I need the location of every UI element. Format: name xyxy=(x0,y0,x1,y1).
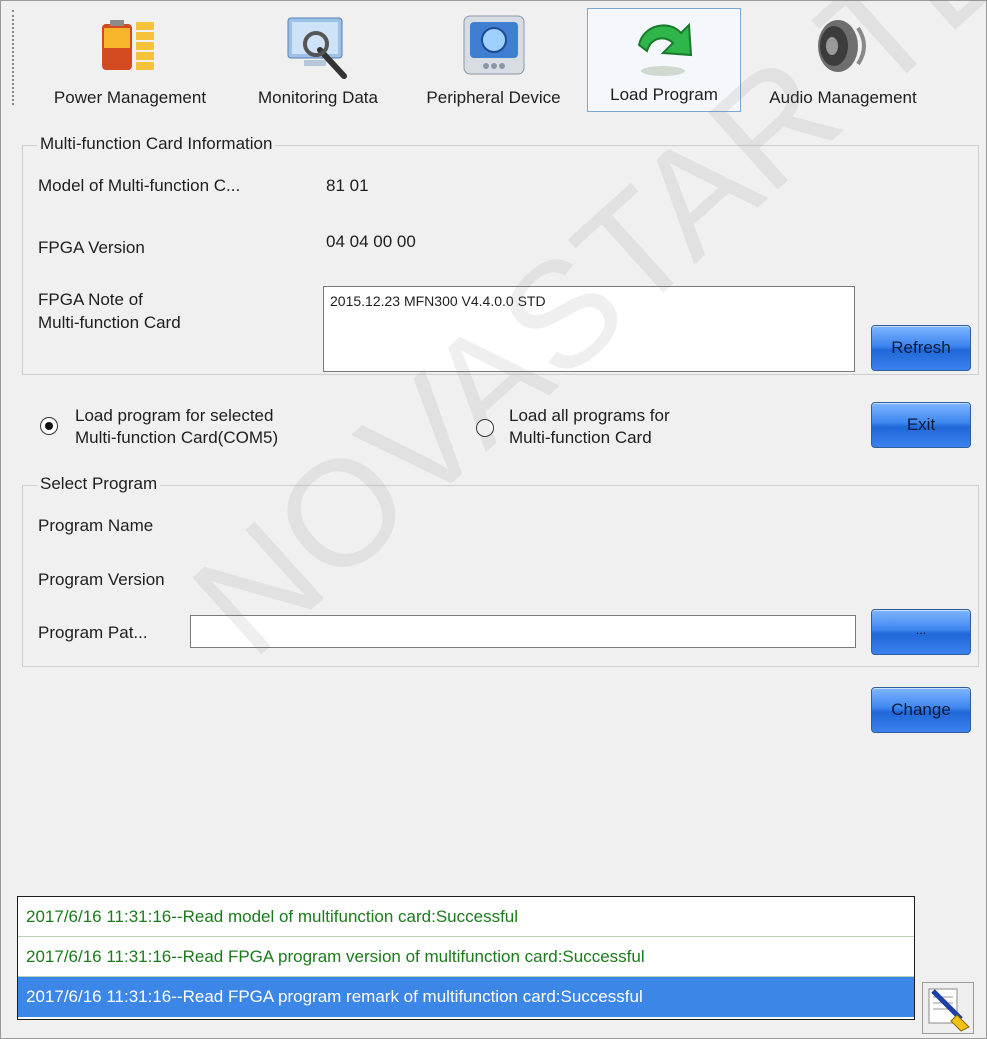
log-entry-selected[interactable]: 2017/6/16 11:31:16--Read FPGA program re… xyxy=(18,977,914,1017)
tab-monitoring-data[interactable]: Monitoring Data xyxy=(238,4,398,114)
fpga-version-value: 04 04 00 00 xyxy=(326,232,416,251)
tab-peripheral-device[interactable]: Peripheral Device xyxy=(406,4,581,114)
toolbar-grip xyxy=(12,10,14,105)
exit-button[interactable]: Exit xyxy=(871,402,971,448)
load-all-radio[interactable] xyxy=(476,419,494,437)
audio-management-icon xyxy=(808,14,878,83)
load-all-label-line2: Multi-function Card xyxy=(509,428,652,447)
program-version-label: Program Version xyxy=(38,570,165,589)
model-label: Model of Multi-function C... xyxy=(38,176,241,195)
fpga-note-label-line2: Multi-function Card xyxy=(38,313,181,332)
broom-icon xyxy=(923,988,973,1037)
load-program-icon xyxy=(629,15,699,84)
tab-power-management[interactable]: Power Management xyxy=(30,4,230,114)
load-selected-radio[interactable] xyxy=(40,417,58,435)
model-value: 81 01 xyxy=(326,176,369,195)
load-selected-label-line2: Multi-function Card(COM5) xyxy=(75,428,279,447)
tab-label: Load Program xyxy=(610,85,718,104)
clear-log-button[interactable] xyxy=(922,982,974,1034)
tab-label: Power Management xyxy=(53,88,207,107)
tab-label: Monitoring Data xyxy=(257,88,378,107)
program-path-input[interactable] xyxy=(190,615,856,648)
program-name-label: Program Name xyxy=(38,516,154,535)
tab-label: Audio Management xyxy=(769,88,917,107)
log-entry[interactable]: 2017/6/16 11:31:16--Read model of multif… xyxy=(18,897,914,937)
peripheral-device-icon xyxy=(458,14,530,83)
load-all-label: Load all programs for xyxy=(509,406,670,425)
select-program-legend: Select Program xyxy=(37,474,161,494)
fpga-note-field[interactable]: 2015.12.23 MFN300 V4.4.0.0 STD xyxy=(323,286,855,372)
log-list[interactable]: 2017/6/16 11:31:16--Read model of multif… xyxy=(17,896,915,1020)
browse-button[interactable]: ... xyxy=(871,609,971,655)
tab-audio-management[interactable]: Audio Management xyxy=(748,4,938,114)
program-path-label: Program Pat... xyxy=(38,623,148,642)
tab-label: Peripheral Device xyxy=(426,88,561,107)
power-management-icon xyxy=(98,14,162,83)
change-button[interactable]: Change xyxy=(871,687,971,733)
fpga-version-label: FPGA Version xyxy=(38,238,145,257)
card-info-legend: Multi-function Card Information xyxy=(37,134,276,154)
log-entry[interactable]: 2017/6/16 11:31:16--Read FPGA program ve… xyxy=(18,937,914,977)
fpga-note-label: FPGA Note of xyxy=(38,290,143,309)
refresh-button[interactable]: Refresh xyxy=(871,325,971,371)
tab-load-program[interactable]: Load Program xyxy=(587,8,741,112)
load-selected-label: Load program for selected xyxy=(75,406,274,425)
monitoring-data-icon xyxy=(282,14,354,89)
